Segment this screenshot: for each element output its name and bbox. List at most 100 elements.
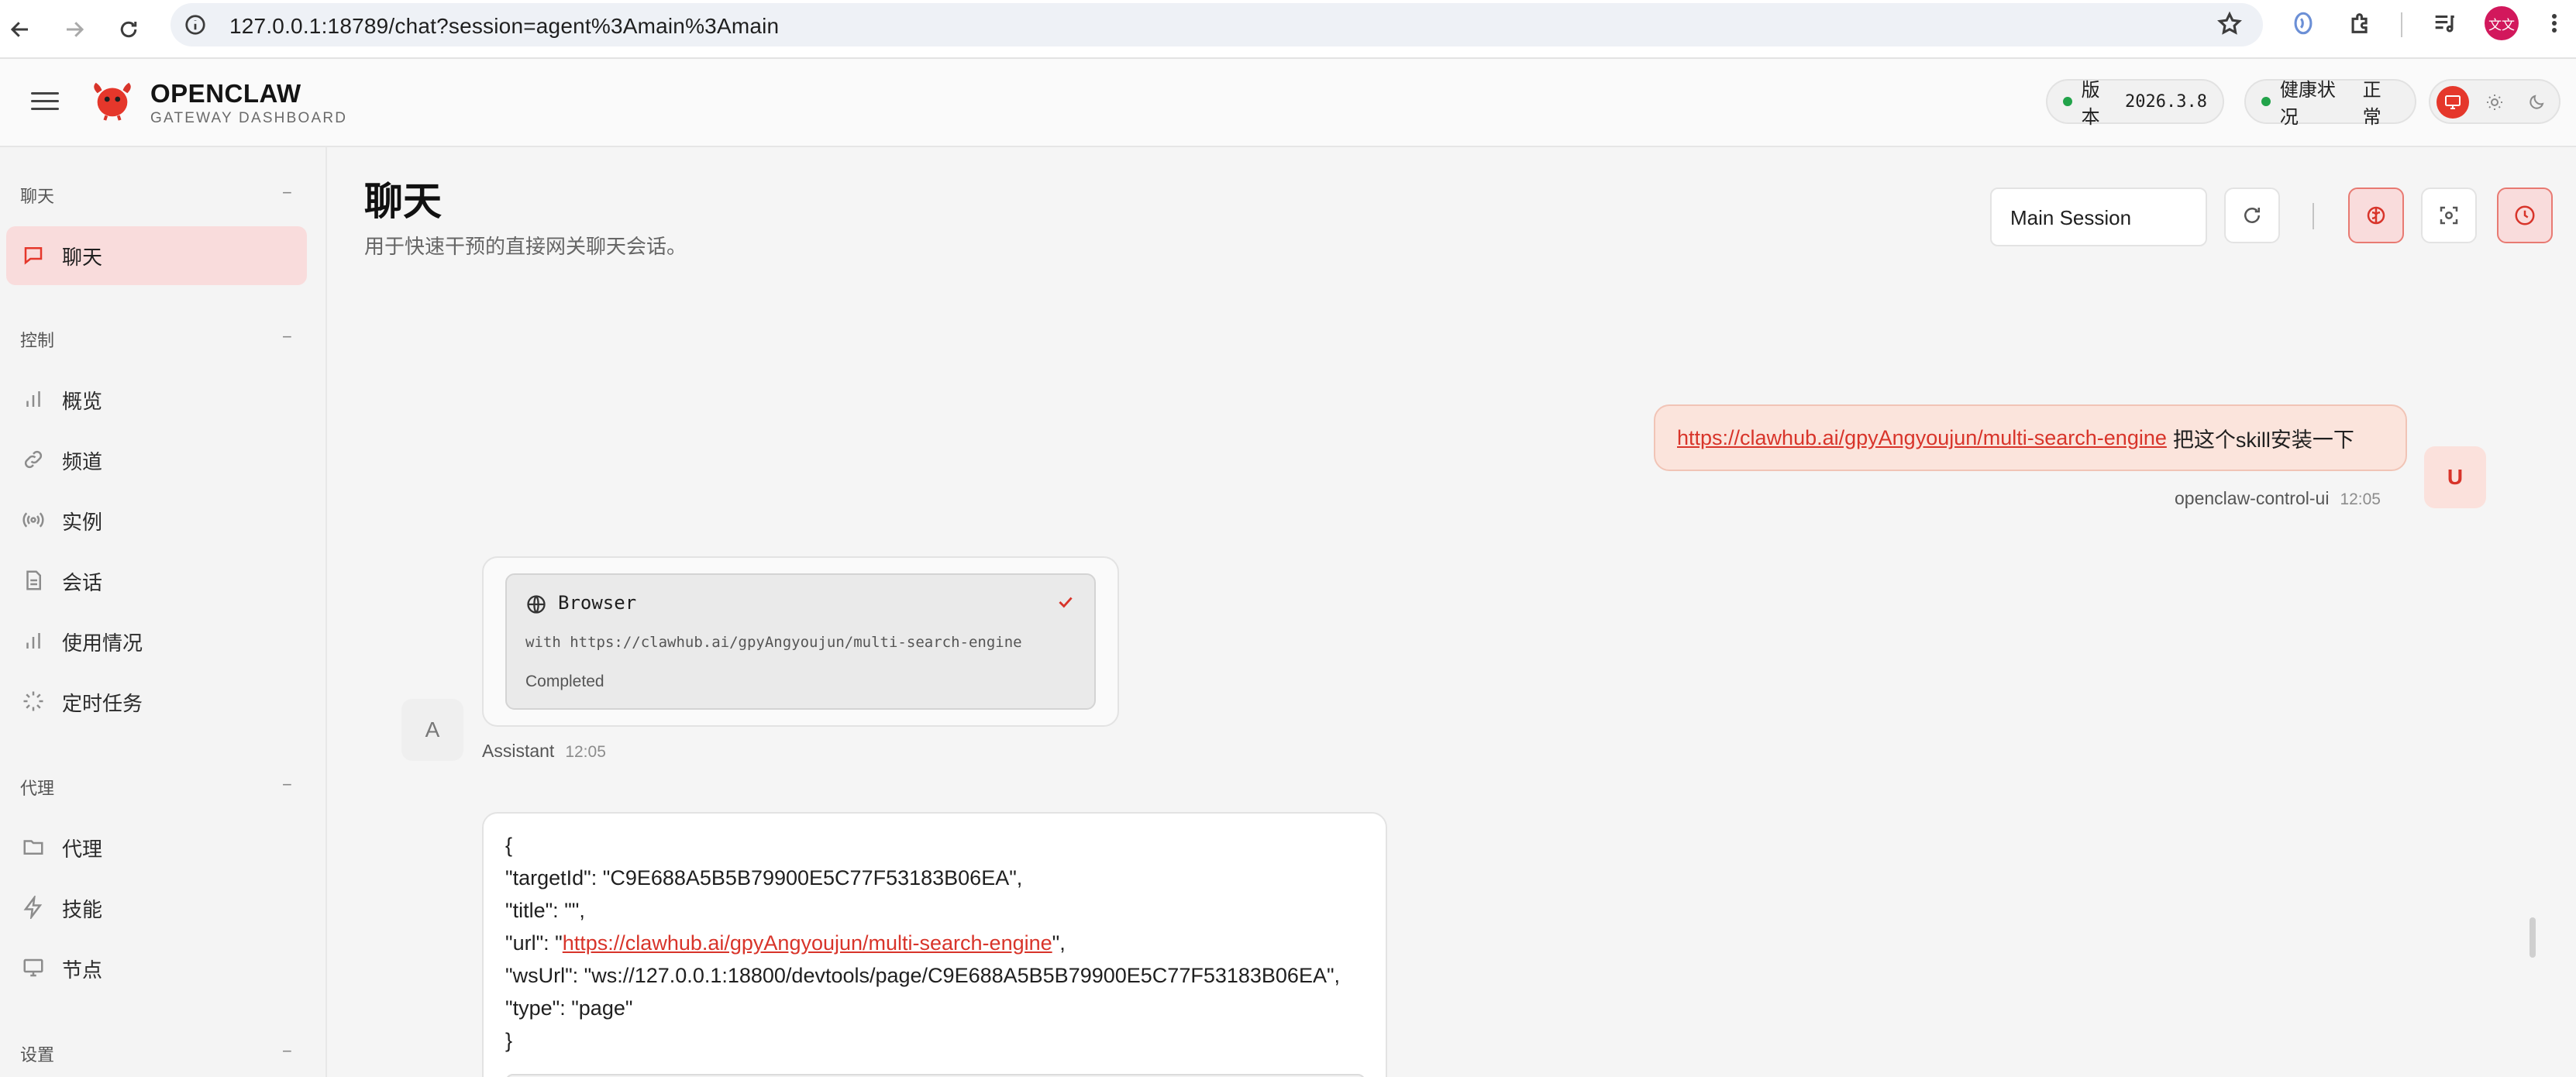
link-icon bbox=[22, 448, 46, 473]
status-dot bbox=[2063, 97, 2072, 106]
thinking-toggle-button[interactable] bbox=[2348, 188, 2404, 243]
bar-chart-icon bbox=[22, 629, 46, 654]
system-theme-monitor-icon[interactable] bbox=[2437, 86, 2469, 119]
section-collapse-toggle[interactable]: − bbox=[282, 775, 292, 795]
section-collapse-toggle[interactable]: − bbox=[282, 183, 292, 203]
status-dot bbox=[2261, 97, 2271, 106]
extension-shield-icon[interactable] bbox=[2288, 8, 2319, 39]
url-text[interactable]: 127.0.0.1:18789/chat?session=agent%3Amai… bbox=[229, 14, 779, 39]
profile-avatar[interactable]: 文文 bbox=[2485, 6, 2519, 40]
section-collapse-toggle[interactable]: − bbox=[282, 1041, 292, 1062]
extensions-puzzle-icon[interactable] bbox=[2345, 8, 2376, 39]
health-label: 健康状况 bbox=[2279, 80, 2336, 128]
section-title-control: 控制 bbox=[20, 331, 55, 350]
main-content: 聊天 用于快速干预的直接网关聊天会话。 Main Session https:/… bbox=[327, 147, 2576, 1077]
forward-arrow-icon[interactable] bbox=[54, 9, 95, 50]
health-value: 正常 bbox=[2362, 80, 2381, 128]
globe-icon bbox=[525, 594, 547, 615]
app-header: OPENCLAW GATEWAY DASHBOARD 版本 2026.3.8 健… bbox=[0, 59, 2576, 147]
address-bar[interactable]: 127.0.0.1:18789/chat?session=agent%3Amai… bbox=[170, 3, 2263, 46]
sidebar-item-label: 使用情况 bbox=[62, 631, 143, 655]
version-value: 2026.3.8 bbox=[2125, 91, 2207, 112]
section-collapse-toggle[interactable]: − bbox=[282, 327, 292, 347]
refresh-icon bbox=[2244, 208, 2260, 223]
document-icon bbox=[22, 569, 46, 594]
sidebar-item-channels[interactable]: 频道 bbox=[6, 431, 307, 490]
json-line: "wsUrl": "ws://127.0.0.1:18800/devtools/… bbox=[505, 964, 1341, 987]
sidebar-item-agents[interactable]: 代理 bbox=[6, 818, 307, 877]
back-arrow-icon[interactable] bbox=[0, 9, 40, 50]
message-sender: Assistant bbox=[482, 741, 555, 761]
history-button[interactable] bbox=[2497, 188, 2553, 243]
sidebar-item-label: 代理 bbox=[62, 837, 103, 861]
json-line: } bbox=[505, 1029, 513, 1052]
scrollbar-thumb[interactable] bbox=[2530, 917, 2536, 958]
sidebar: 聊天 − 聊天 控制 − 概览 频道 实例 会话 使用情况 定时任务 代理 − … bbox=[0, 147, 327, 1077]
sidebar-item-label: 会话 bbox=[62, 570, 103, 594]
browser-toolbar: 127.0.0.1:18789/chat?session=agent%3Amai… bbox=[0, 0, 2576, 59]
browser-menu-icon[interactable] bbox=[2537, 6, 2571, 40]
json-line: { bbox=[505, 834, 513, 857]
sidebar-item-sessions[interactable]: 会话 bbox=[6, 552, 307, 611]
folder-icon bbox=[22, 835, 46, 860]
tool-output-card: { "targetId": "C9E688A5B5B79900E5C77F531… bbox=[482, 812, 1387, 1077]
sidebar-item-label: 概览 bbox=[62, 389, 103, 413]
sidebar-item-nodes[interactable]: 节点 bbox=[6, 939, 307, 998]
json-url-link[interactable]: https://clawhub.ai/gpyAngyoujun/multi-se… bbox=[563, 931, 1052, 955]
user-message-bubble: https://clawhub.ai/gpyAngyoujun/multi-se… bbox=[1654, 404, 2407, 471]
sidebar-item-label: 聊天 bbox=[62, 245, 103, 269]
assistant-message-meta: Assistant 12:05 bbox=[482, 741, 606, 762]
toolbar-divider bbox=[2313, 203, 2314, 229]
version-label: 版本 bbox=[2081, 80, 2100, 128]
focus-mode-button[interactable] bbox=[2421, 188, 2477, 243]
assistant-tool-card: Browser with https://clawhub.ai/gpyAngyo… bbox=[482, 556, 1119, 727]
json-line: "title": "", bbox=[505, 899, 585, 922]
session-select[interactable]: Main Session bbox=[1990, 188, 2207, 246]
tool-detail: with https://clawhub.ai/gpyAngyoujun/mul… bbox=[525, 634, 1022, 651]
clock-icon bbox=[2515, 205, 2535, 225]
json-line: "url": "https://clawhub.ai/gpyAngyoujun/… bbox=[505, 931, 1066, 955]
brand-title: OPENCLAW bbox=[150, 79, 301, 108]
sidebar-item-skills[interactable]: 技能 bbox=[6, 879, 307, 938]
version-badge: 版本 2026.3.8 bbox=[2046, 79, 2224, 128]
nested-output-box bbox=[505, 1074, 1365, 1077]
spinner-icon bbox=[22, 690, 46, 714]
sidebar-item-chat[interactable]: 聊天 bbox=[6, 226, 307, 285]
sidebar-item-label: 技能 bbox=[62, 897, 103, 921]
sidebar-item-label: 频道 bbox=[62, 449, 103, 473]
reload-icon[interactable] bbox=[108, 9, 149, 50]
message-time: 12:05 bbox=[2340, 490, 2381, 508]
dark-theme-moon-icon[interactable] bbox=[2520, 86, 2553, 119]
site-info-icon[interactable] bbox=[183, 12, 208, 37]
user-message-meta: openclaw-control-ui 12:05 bbox=[2175, 488, 2381, 509]
sidebar-item-instances[interactable]: 实例 bbox=[6, 491, 307, 550]
sidebar-item-overview[interactable]: 概览 bbox=[6, 370, 307, 429]
bookmark-star-icon[interactable] bbox=[2216, 11, 2244, 39]
sidebar-item-label: 节点 bbox=[62, 958, 103, 982]
brain-icon bbox=[2367, 206, 2385, 225]
brand-subtitle: GATEWAY DASHBOARD bbox=[150, 110, 348, 126]
section-title-agents: 代理 bbox=[20, 779, 55, 798]
tool-status: Completed bbox=[525, 673, 604, 690]
openclaw-logo-icon bbox=[90, 76, 135, 122]
radio-signal-icon bbox=[22, 508, 46, 533]
tool-call-box[interactable]: Browser with https://clawhub.ai/gpyAngyo… bbox=[505, 573, 1096, 710]
refresh-button[interactable] bbox=[2224, 188, 2280, 243]
page-title: 聊天 bbox=[364, 180, 442, 223]
section-title-chat: 聊天 bbox=[20, 187, 55, 206]
message-link[interactable]: https://clawhub.ai/gpyAngyoujun/multi-se… bbox=[1677, 426, 2167, 450]
media-playlist-icon[interactable] bbox=[2429, 8, 2460, 39]
menu-toggle-icon[interactable] bbox=[28, 87, 62, 118]
bar-chart-icon bbox=[22, 387, 46, 412]
message-text: 把这个skill安装一下 bbox=[2172, 428, 2354, 452]
health-badge: 健康状况 正常 bbox=[2244, 79, 2416, 128]
monitor-icon bbox=[22, 956, 46, 981]
chat-bubble-icon bbox=[22, 243, 46, 268]
page-subtitle: 用于快速干预的直接网关聊天会话。 bbox=[364, 235, 687, 258]
sidebar-item-cron-jobs[interactable]: 定时任务 bbox=[6, 673, 307, 731]
sidebar-item-usage[interactable]: 使用情况 bbox=[6, 612, 307, 671]
message-time: 12:05 bbox=[565, 743, 606, 761]
toolbar-divider bbox=[2401, 12, 2402, 37]
light-theme-sun-icon[interactable] bbox=[2478, 86, 2511, 119]
assistant-avatar: A bbox=[401, 699, 463, 761]
